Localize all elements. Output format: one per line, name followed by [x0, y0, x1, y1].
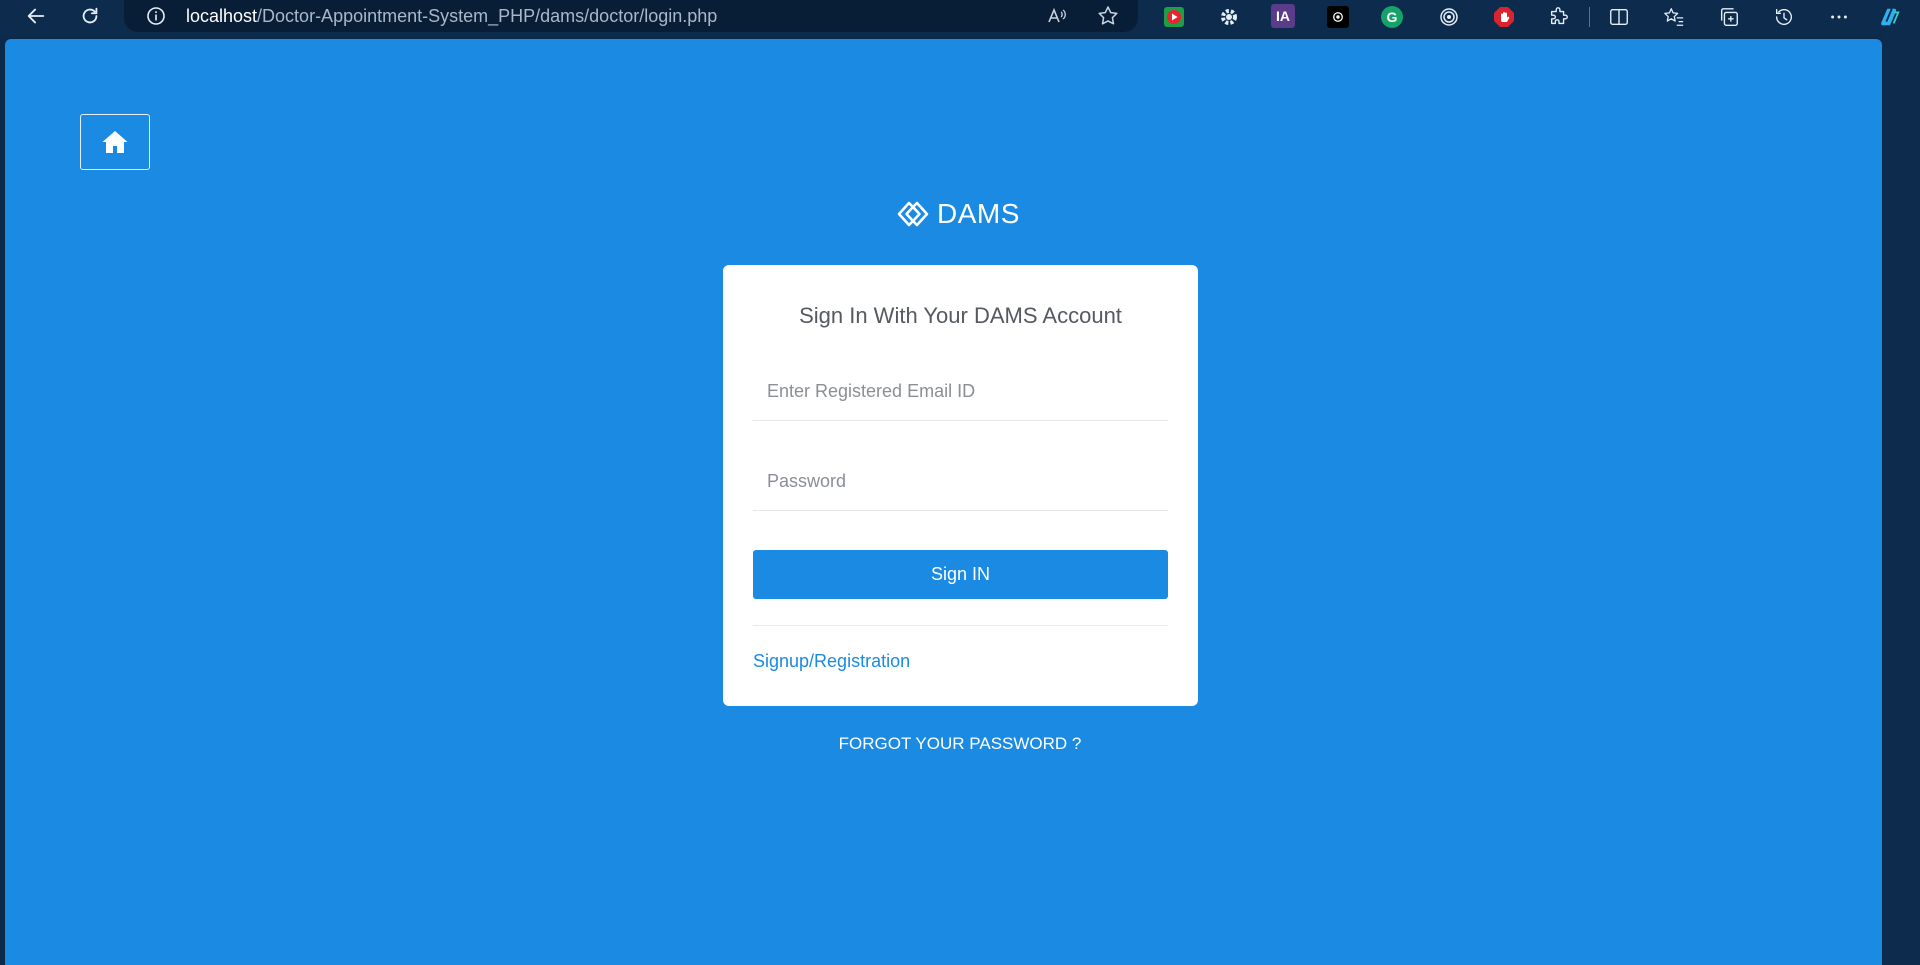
favorites-icon[interactable]: [1660, 3, 1688, 31]
password-field-wrapper: [753, 453, 1168, 511]
password-field[interactable]: [753, 453, 1168, 510]
login-title: Sign In With Your DAMS Account: [799, 303, 1122, 328]
email-field[interactable]: [753, 363, 1168, 420]
login-card: Sign In With Your DAMS Account Sign IN S…: [723, 265, 1198, 706]
home-button[interactable]: [80, 114, 150, 170]
home-icon: [102, 131, 128, 153]
settings-extension-icon[interactable]: [1216, 4, 1242, 30]
grammarly-extension-icon[interactable]: G: [1381, 6, 1403, 28]
forgot-password-link[interactable]: FORGOT YOUR PASSWORD ?: [839, 734, 1082, 753]
split-screen-icon[interactable]: [1605, 3, 1633, 31]
url-path: /Doctor-Appointment-System_PHP/dams/doct…: [257, 5, 718, 26]
brand-logo: DAMS: [897, 194, 1020, 234]
target-extension-icon[interactable]: [1436, 4, 1462, 30]
video-extension-icon[interactable]: [1161, 4, 1187, 30]
adblock-extension-icon[interactable]: [1491, 4, 1517, 30]
more-options-icon[interactable]: [1825, 3, 1853, 31]
grammarly-extension-label: G: [1386, 9, 1398, 25]
back-button[interactable]: [16, 0, 56, 32]
ia-extension-label: IA: [1276, 8, 1290, 24]
collections-icon[interactable]: [1715, 3, 1743, 31]
brand-name: DAMS: [937, 198, 1020, 229]
browser-toolbar: localhost/Doctor-Appointment-System_PHP/…: [0, 0, 1920, 37]
arrow-left-icon: [27, 8, 45, 24]
favorite-star-icon[interactable]: [1096, 4, 1120, 28]
toolbar-divider: [1589, 7, 1590, 27]
diamond-logo-icon: [897, 201, 929, 227]
ia-extension-icon[interactable]: IA: [1271, 4, 1295, 28]
site-info-icon[interactable]: [146, 6, 166, 26]
url-host: localhost: [186, 5, 258, 26]
address-url[interactable]: localhost/Doctor-Appointment-System_PHP/…: [186, 6, 717, 27]
email-field-wrapper: [753, 363, 1168, 421]
card-divider: [753, 625, 1168, 626]
sign-in-button[interactable]: Sign IN: [753, 550, 1168, 599]
copilot-icon[interactable]: [1876, 3, 1904, 31]
signup-link[interactable]: Signup/Registration: [753, 651, 910, 672]
refresh-icon: [82, 7, 98, 24]
history-icon[interactable]: [1770, 3, 1798, 31]
browser-side-strip: [1882, 37, 1920, 965]
read-aloud-icon[interactable]: [1046, 5, 1068, 27]
dark-extension-icon[interactable]: [1327, 6, 1349, 28]
extensions-puzzle-icon[interactable]: [1545, 3, 1573, 31]
forgot-password-container: FORGOT YOUR PASSWORD ?: [0, 734, 1920, 754]
refresh-button[interactable]: [70, 0, 110, 32]
address-bar[interactable]: localhost/Doctor-Appointment-System_PHP/…: [124, 0, 1138, 32]
